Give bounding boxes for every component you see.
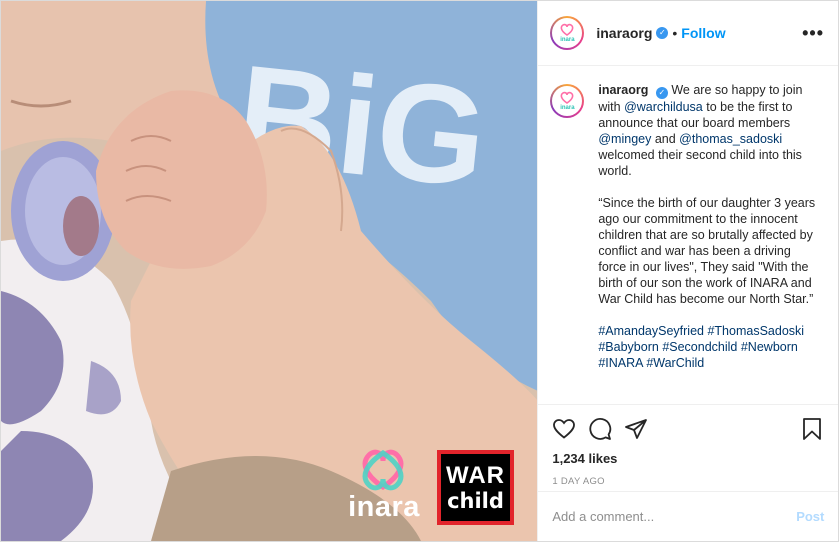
caption-part: welcomed their second child into this wo…	[598, 148, 802, 178]
hashtag[interactable]: #Newborn	[741, 340, 798, 354]
verified-icon: ✓	[656, 27, 669, 39]
caption-quote: “Since the birth of our daughter 3 years…	[598, 196, 816, 306]
instagram-post: BiG inara WAR child inara inaraorg ✓ • F…	[0, 0, 839, 542]
avatar[interactable]: inara	[550, 16, 585, 50]
post-time[interactable]: 1 DAY AGO	[552, 476, 824, 487]
hashtag[interactable]: #Secondchild	[662, 340, 737, 354]
warchild-logo: WAR child	[437, 450, 514, 525]
caption-username[interactable]: inaraorg	[598, 83, 648, 97]
post-photo[interactable]: BiG inara WAR child	[1, 1, 538, 541]
post-side-panel: inara inaraorg ✓ • Follow ••• inara inar	[537, 1, 839, 541]
hashtag[interactable]: #WarChild	[646, 356, 704, 370]
caption-part: and	[651, 132, 680, 146]
hashtag[interactable]: #ThomasSadoski	[707, 324, 804, 338]
caption-area: inara inaraorg ✓ We are so happy to join…	[538, 66, 838, 404]
follow-button[interactable]: Follow	[681, 25, 725, 41]
avatar-label: inara	[560, 37, 575, 43]
comment-icon[interactable]	[588, 417, 612, 441]
hashtag[interactable]: #AmandaySeyfried	[598, 324, 704, 338]
heart-icon[interactable]	[552, 417, 576, 441]
verified-icon: ✓	[655, 87, 668, 99]
hashtags: #AmandaySeyfried #ThomasSadoski #Babybor…	[598, 323, 818, 371]
inara-heart-icon	[362, 449, 404, 491]
inara-logo: inara	[339, 447, 429, 525]
likes-count[interactable]: 1,234 likes	[552, 451, 824, 466]
avatar-label: inara	[560, 105, 575, 111]
inara-avatar-icon	[560, 91, 574, 104]
post-header: inara inaraorg ✓ • Follow •••	[538, 1, 838, 66]
post-button[interactable]: Post	[796, 509, 824, 524]
share-icon[interactable]	[624, 417, 648, 441]
mention-warchildusa[interactable]: @warchildusa	[624, 100, 703, 114]
mention-thomas-sadoski[interactable]: @thomas_sadoski	[679, 132, 782, 146]
separator-dot: •	[672, 25, 678, 41]
inara-avatar-icon	[560, 23, 574, 36]
more-options-icon[interactable]: •••	[802, 23, 824, 44]
bookmark-icon[interactable]	[800, 417, 824, 441]
caption-text: inaraorg ✓ We are so happy to join with …	[598, 82, 818, 404]
inara-wordmark: inara	[348, 491, 420, 523]
warchild-line1: WAR	[446, 461, 505, 489]
mention-mingey[interactable]: @mingey	[598, 132, 651, 146]
header-username[interactable]: inaraorg	[596, 25, 652, 41]
comment-input[interactable]	[552, 509, 797, 524]
hashtag[interactable]: #Babyborn	[598, 340, 658, 354]
caption-avatar[interactable]: inara	[550, 84, 585, 118]
comment-box: Post	[538, 491, 839, 541]
hashtag[interactable]: #INARA	[598, 356, 642, 370]
post-actions: 1,234 likes 1 DAY AGO	[538, 404, 839, 487]
warchild-line2: child	[447, 488, 504, 513]
